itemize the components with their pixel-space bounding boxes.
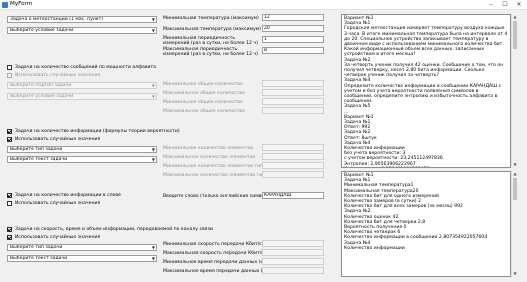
speed-random-checkbox[interactable] (7, 235, 12, 240)
chevron-down-icon: ▼ (151, 17, 155, 22)
chevron-down-icon: ▼ (151, 94, 155, 99)
time-max-input[interactable] (262, 267, 324, 274)
chevron-down-icon: ▼ (151, 245, 155, 250)
chars-random-label: Использовать случайные значения (15, 73, 101, 78)
output-line: Избыточность: 0,156481964592478 (344, 167, 508, 168)
word-task-label: Задачи на количество информации в слове (15, 193, 121, 198)
close-button[interactable]: ✕ (512, 0, 526, 9)
speed-type-select[interactable]: Выберите тип задачи ▼ (7, 244, 157, 251)
speed-max-label: Максимальная скорость передачи Кбит/с (163, 251, 264, 256)
chars-max-input[interactable] (262, 89, 324, 96)
app-window: MyForm – ☐ ✕ Задача о метеостанции (1 ма… (0, 0, 527, 282)
formula-type-value: Выберите тип задачи (10, 147, 63, 152)
formula-random-label: Использовать случайные значения (15, 137, 101, 142)
scroll-down-icon[interactable]: ▼ (512, 162, 518, 168)
task-type-select[interactable]: Задача о метеостанции (1 мас. пункт) ▼ (7, 16, 157, 23)
chevron-down-icon: ▼ (151, 147, 155, 152)
speed-random-label: Использовать случайные значения (15, 235, 101, 240)
speed-type-value: Выберите тип задачи (10, 245, 63, 250)
chars-task-label: Задачи на количество сообщений по мощнос… (15, 65, 156, 70)
condition-select[interactable]: Выберите условие задачи ▼ (7, 27, 157, 34)
formula-task-checkbox[interactable] (7, 129, 12, 134)
min-temp-label: Минимальная температура (максимум) (163, 16, 259, 21)
freq-max-label: Максимальная периодичность измерений (ра… (163, 47, 258, 57)
title-bar: MyForm – ☐ ✕ (0, 0, 527, 10)
output-line: Определите количество информации в сообщ… (344, 83, 503, 105)
max-temp-label: Максимальная температура (максимум) (163, 27, 261, 32)
condition-value: Выберите условие задачи (10, 28, 74, 33)
time-min-input[interactable] (262, 258, 324, 265)
output-1-scrollbar[interactable]: ▲ ▼ (511, 14, 517, 168)
minimize-button[interactable]: – (484, 0, 498, 9)
formula-min-label: Минимальное количество элементов (163, 146, 253, 151)
output-line: Количество информации в сообщении 2,8073… (344, 235, 488, 241)
speed-task-label: Задачи на скорость, время и объем информ… (15, 227, 213, 232)
app-icon (2, 2, 8, 8)
output-textarea-1[interactable]: Вариант №1 Задача №1 Городская метеостанци… (341, 14, 511, 168)
speed-text-value: Выберите текст задачи (10, 256, 68, 261)
min-temp-input[interactable]: 12 (262, 14, 324, 21)
chars-condition-value: Выберите условие задачи (10, 94, 74, 99)
output-line: Городская метеостанция измеряет температ… (344, 26, 509, 58)
output-textarea-2[interactable]: Вариант №1 Задача №1 Минимальная температу… (341, 171, 511, 277)
chars-max2-label: Максимальное общее количество (163, 109, 245, 114)
formula-type-max-label: Максимальное количество элементов типа (163, 173, 269, 178)
speed-text-select[interactable]: Выберите текст задачи ▼ (7, 255, 157, 262)
chars-max-label: Максимальное общее количество (163, 91, 245, 96)
formula-type-max-input[interactable] (262, 171, 324, 178)
formula-task-label: Задачи на количество информации (формулы… (15, 129, 180, 134)
chars-random-checkbox[interactable] (7, 73, 12, 78)
speed-max-input[interactable] (262, 249, 324, 256)
scroll-down-icon[interactable]: ▼ (512, 271, 518, 277)
window-title: MyForm (10, 1, 33, 7)
chars-subtype-select[interactable]: Выберите подтип задачи ▼ (7, 82, 157, 89)
formula-min-input[interactable] (262, 144, 324, 151)
chars-min2-label: Минимальное общее количество (163, 100, 243, 105)
word-random-label: Использовать случайные значения (15, 201, 101, 206)
output-2-scrollbar[interactable]: ▲ ▼ (511, 171, 517, 277)
scroll-up-icon[interactable]: ▲ (512, 14, 518, 20)
scroll-thumb[interactable] (513, 178, 517, 200)
chars-min2-input[interactable] (262, 98, 324, 105)
formula-text-select[interactable]: Выберите текст задачи ▼ (7, 156, 157, 163)
speed-min-input[interactable] (262, 240, 324, 247)
maximize-button[interactable]: ☐ (498, 0, 512, 9)
word-input[interactable]: КАРАНДАШ (262, 192, 324, 199)
word-task-checkbox[interactable] (7, 193, 12, 198)
speed-min-label: Минимальная скорость передачи Кбит/с (163, 242, 262, 247)
word-input-label: Введите слово (только английские символы… (163, 194, 273, 199)
formula-max-input[interactable] (262, 153, 324, 160)
formula-type-min-label: Минимальное количество элементов типа (163, 164, 266, 169)
word-random-checkbox[interactable] (7, 201, 12, 206)
chevron-down-icon: ▼ (151, 157, 155, 162)
scroll-up-icon[interactable]: ▲ (512, 171, 518, 177)
chevron-down-icon: ▼ (151, 83, 155, 88)
output-line: За четверть ученик получил 42 оценки. Со… (344, 62, 505, 79)
task-type-value: Задача о метеостанции (1 мас. пункт) (10, 17, 104, 22)
max-temp-input[interactable]: 20 (262, 25, 324, 32)
chars-condition-select[interactable]: Выберите условие задачи ▼ (7, 93, 157, 100)
time-max-label: Максимальное время передачи данных (сек) (163, 269, 273, 274)
chars-min-label: Минимальное общее количество (163, 82, 243, 87)
formula-max-label: Максимальное количество элементов (163, 155, 256, 160)
time-min-label: Минимальное время передачи данных (сек) (163, 260, 271, 265)
formula-type-min-input[interactable] (262, 162, 324, 169)
freq-max-input[interactable]: 8 (262, 47, 324, 54)
chevron-down-icon: ▼ (151, 28, 155, 33)
freq-min-input[interactable]: 1 (262, 36, 324, 43)
formula-text-value: Выберите текст задачи (10, 157, 68, 162)
chars-subtype-value: Выберите подтип задачи (10, 83, 72, 88)
formula-random-checkbox[interactable] (7, 137, 12, 142)
chars-task-checkbox[interactable] (7, 65, 12, 70)
speed-task-checkbox[interactable] (7, 227, 12, 232)
formula-type-select[interactable]: Выберите тип задачи ▼ (7, 146, 157, 153)
chars-max2-input[interactable] (262, 107, 324, 114)
output-line: Количество информации (344, 245, 405, 251)
scroll-thumb[interactable] (513, 21, 517, 49)
chevron-down-icon: ▼ (151, 256, 155, 261)
freq-min-label: Минимальная периодичность измерений (раз… (163, 36, 258, 46)
chars-min-input[interactable] (262, 80, 324, 87)
